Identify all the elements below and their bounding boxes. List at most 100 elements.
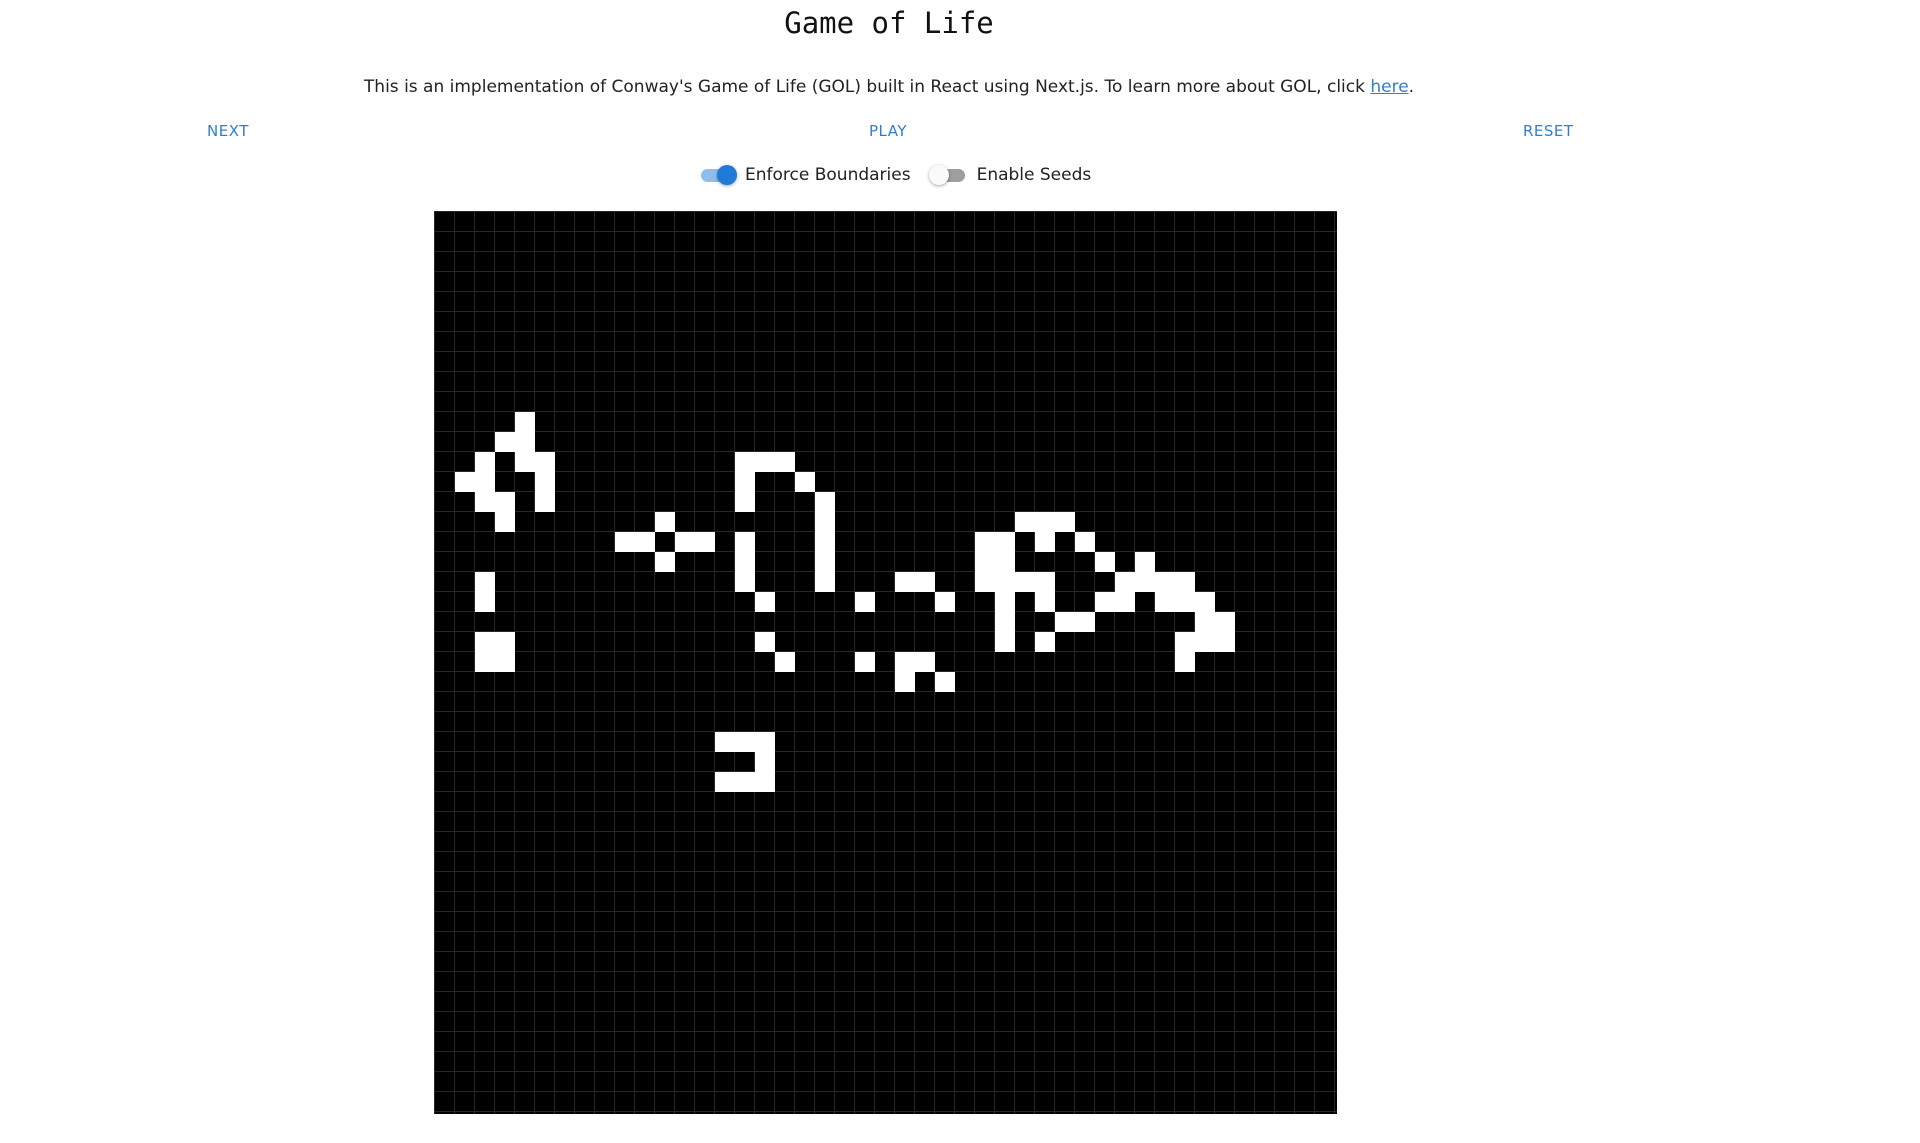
enforce-boundaries-switch[interactable] <box>697 164 737 186</box>
live-cell[interactable] <box>535 472 555 492</box>
live-cell[interactable] <box>1195 592 1215 612</box>
live-cell[interactable] <box>1095 592 1115 612</box>
game-board[interactable] <box>434 211 1337 1114</box>
live-cell[interactable] <box>1135 552 1155 572</box>
enable-seeds-toggle[interactable]: Enable Seeds <box>928 164 1091 186</box>
live-cell[interactable] <box>475 452 495 472</box>
enforce-boundaries-toggle[interactable]: Enforce Boundaries <box>697 164 911 186</box>
live-cell[interactable] <box>655 512 675 532</box>
live-cell[interactable] <box>1075 532 1095 552</box>
live-cell[interactable] <box>475 472 495 492</box>
live-cell[interactable] <box>735 572 755 592</box>
live-cell[interactable] <box>1115 592 1135 612</box>
live-cell[interactable] <box>855 592 875 612</box>
play-button[interactable]: PLAY <box>863 118 913 144</box>
live-cell[interactable] <box>815 532 835 552</box>
live-cell[interactable] <box>515 452 535 472</box>
live-cell[interactable] <box>615 532 635 552</box>
live-cell[interactable] <box>1175 632 1195 652</box>
live-cell[interactable] <box>715 772 735 792</box>
live-cell[interactable] <box>515 432 535 452</box>
live-cell[interactable] <box>1215 612 1235 632</box>
live-cell[interactable] <box>935 672 955 692</box>
live-cell[interactable] <box>1155 572 1175 592</box>
live-cell[interactable] <box>1035 592 1055 612</box>
live-cell[interactable] <box>1195 612 1215 632</box>
live-cell[interactable] <box>495 512 515 532</box>
live-cell[interactable] <box>735 452 755 472</box>
live-cell[interactable] <box>755 732 775 752</box>
live-cell[interactable] <box>995 552 1015 572</box>
live-cell[interactable] <box>655 552 675 572</box>
live-cell[interactable] <box>995 632 1015 652</box>
live-cell[interactable] <box>895 672 915 692</box>
live-cell[interactable] <box>455 472 475 492</box>
live-cell[interactable] <box>915 572 935 592</box>
live-cell[interactable] <box>995 572 1015 592</box>
live-cell[interactable] <box>755 592 775 612</box>
live-cell[interactable] <box>1195 632 1215 652</box>
live-cell[interactable] <box>815 572 835 592</box>
live-cell[interactable] <box>975 572 995 592</box>
live-cell[interactable] <box>475 572 495 592</box>
live-cell[interactable] <box>735 552 755 572</box>
live-cell[interactable] <box>735 472 755 492</box>
live-cell[interactable] <box>1075 612 1095 632</box>
live-cell[interactable] <box>975 552 995 572</box>
live-cell[interactable] <box>1035 572 1055 592</box>
live-cell[interactable] <box>1015 572 1035 592</box>
live-cell[interactable] <box>895 572 915 592</box>
live-cell[interactable] <box>855 652 875 672</box>
live-cell[interactable] <box>735 732 755 752</box>
live-cell[interactable] <box>815 552 835 572</box>
live-cell[interactable] <box>535 452 555 472</box>
live-cell[interactable] <box>895 652 915 672</box>
live-cell[interactable] <box>1095 552 1115 572</box>
live-cell[interactable] <box>495 652 515 672</box>
live-cell[interactable] <box>1155 592 1175 612</box>
live-cell[interactable] <box>1035 512 1055 532</box>
live-cell[interactable] <box>1215 632 1235 652</box>
live-cell[interactable] <box>815 512 835 532</box>
live-cell[interactable] <box>995 592 1015 612</box>
live-cell[interactable] <box>915 652 935 672</box>
live-cell[interactable] <box>735 772 755 792</box>
live-cell[interactable] <box>475 632 495 652</box>
live-cell[interactable] <box>475 492 495 512</box>
learn-more-link[interactable]: here <box>1370 77 1408 97</box>
live-cell[interactable] <box>715 732 735 752</box>
live-cell[interactable] <box>995 532 1015 552</box>
live-cell[interactable] <box>815 492 835 512</box>
live-cell[interactable] <box>1115 572 1135 592</box>
live-cell[interactable] <box>975 532 995 552</box>
live-cell[interactable] <box>1055 512 1075 532</box>
next-button[interactable]: NEXT <box>201 118 255 144</box>
live-cell[interactable] <box>995 612 1015 632</box>
live-cell[interactable] <box>1055 612 1075 632</box>
live-cell[interactable] <box>755 632 775 652</box>
live-cell[interactable] <box>1175 592 1195 612</box>
live-cell[interactable] <box>735 532 755 552</box>
live-cell[interactable] <box>935 592 955 612</box>
live-cell[interactable] <box>695 532 715 552</box>
live-cell[interactable] <box>775 452 795 472</box>
live-cell[interactable] <box>495 632 515 652</box>
live-cell[interactable] <box>515 412 535 432</box>
live-cell[interactable] <box>675 532 695 552</box>
live-cell[interactable] <box>535 492 555 512</box>
live-cell[interactable] <box>1015 512 1035 532</box>
live-cell[interactable] <box>495 432 515 452</box>
live-cell[interactable] <box>795 472 815 492</box>
live-cell[interactable] <box>1175 572 1195 592</box>
live-cell[interactable] <box>775 652 795 672</box>
live-cell[interactable] <box>755 452 775 472</box>
live-cell[interactable] <box>1035 532 1055 552</box>
live-cell[interactable] <box>475 652 495 672</box>
live-cell[interactable] <box>735 492 755 512</box>
live-cell[interactable] <box>495 492 515 512</box>
live-cell[interactable] <box>1175 652 1195 672</box>
live-cell[interactable] <box>1035 632 1055 652</box>
live-cell[interactable] <box>635 532 655 552</box>
reset-button[interactable]: RESET <box>1517 118 1580 144</box>
enable-seeds-switch[interactable] <box>928 164 969 186</box>
